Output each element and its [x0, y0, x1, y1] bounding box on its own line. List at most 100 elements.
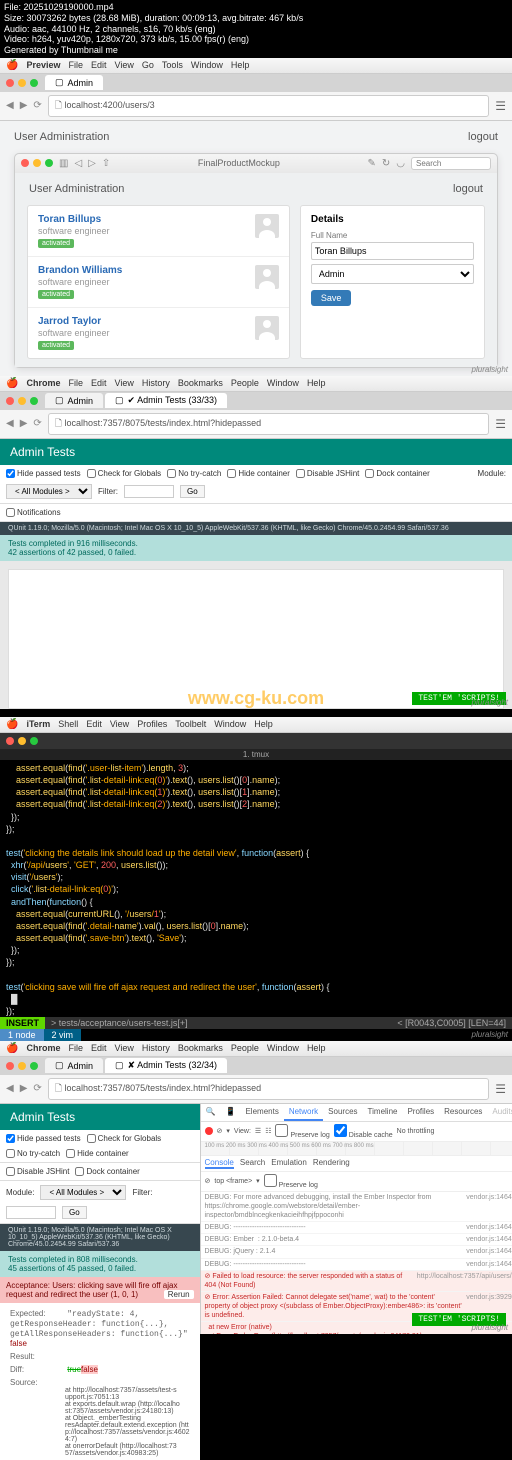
vim-position: < [R0043,C0005] [LEN=44] — [391, 1017, 512, 1029]
clear-console-icon[interactable]: ⊘ — [205, 1177, 211, 1185]
filter-icon[interactable]: ▾ — [226, 1127, 230, 1135]
go-button[interactable]: Go — [62, 1206, 87, 1219]
go-button[interactable]: Go — [180, 485, 205, 498]
failing-test[interactable]: Acceptance: Users: clicking save will fi… — [0, 1277, 200, 1303]
console-line: ⊘ Failed to load resource: the server re… — [201, 1271, 512, 1292]
network-timeline[interactable]: 100 ms 200 ms 300 ms 400 ms 500 ms 600 m… — [201, 1142, 512, 1156]
browser-tab[interactable]: ▢✔ Admin Tests (33/33) — [105, 393, 227, 408]
app-name[interactable]: Chrome — [26, 1043, 60, 1053]
forward-icon[interactable]: ▷ — [88, 158, 96, 169]
inspect-icon[interactable]: 🔍 — [201, 1104, 221, 1121]
edit-icon[interactable]: ✎ — [367, 158, 375, 169]
user-name-link[interactable]: Jarrod Taylor — [38, 316, 255, 327]
device-icon[interactable]: 📱 — [221, 1104, 241, 1121]
share-icon[interactable]: ⇧ — [102, 158, 110, 169]
record-icon[interactable] — [205, 1127, 213, 1135]
url-input[interactable]: 🗋 localhost:4200/users/3 — [48, 95, 489, 117]
markup-icon[interactable]: ◡ — [396, 158, 405, 169]
filter-input[interactable] — [6, 1206, 56, 1219]
fullname-input[interactable] — [311, 242, 474, 260]
page-header: User Administration logout — [4, 125, 508, 149]
tmux-statusbar: 1 node 2 vim — [0, 1029, 512, 1041]
console-line: DEBUG: jQuery : 2.1.4vendor.js:14640 — [201, 1246, 512, 1258]
user-row[interactable]: Brandon Williams software engineer activ… — [28, 257, 289, 308]
hide-passed-checkbox[interactable] — [6, 469, 15, 478]
back-icon[interactable]: ◁ — [74, 158, 82, 169]
app-name[interactable]: Chrome — [26, 378, 60, 388]
save-button[interactable]: Save — [311, 290, 352, 306]
devtools-tabs: 🔍 📱 Elements Network Sources Timeline Pr… — [201, 1104, 512, 1122]
hide-container-checkbox[interactable] — [227, 469, 236, 478]
tmux-window[interactable]: 2 vim — [44, 1029, 82, 1041]
minimize-icon[interactable] — [18, 79, 26, 87]
forward-icon[interactable]: ▶ — [20, 100, 28, 111]
large-rows-icon[interactable]: ☰ — [255, 1127, 261, 1135]
module-select[interactable]: < All Modules > — [40, 1185, 126, 1200]
back-icon[interactable]: ◀ — [6, 1083, 14, 1094]
forward-icon[interactable]: ▶ — [20, 1083, 28, 1094]
clear-icon[interactable]: ⊘ — [217, 1127, 223, 1135]
menu-icon[interactable]: ☰ — [495, 99, 506, 113]
throttle-select[interactable]: No throttling — [397, 1128, 435, 1135]
browser-tab[interactable]: ▢Admin — [45, 1058, 103, 1073]
browser-tab[interactable]: ▢Admin — [45, 393, 103, 408]
disable-jshint-checkbox[interactable] — [296, 469, 305, 478]
back-icon[interactable]: ◀ — [6, 100, 14, 111]
tmux-window[interactable]: 1 node — [0, 1029, 44, 1041]
url-input[interactable]: 🗋 localhost:7357/8075/tests/index.html?h… — [48, 1078, 489, 1100]
video-meta: File: 20251029190000.mp4 Size: 30073262 … — [0, 0, 512, 58]
panel-title: Details — [311, 214, 474, 225]
browser-tab[interactable]: ▢✘ Admin Tests (32/34) — [105, 1058, 227, 1073]
reload-icon[interactable]: ⟳ — [33, 100, 41, 111]
dock-container-checkbox[interactable] — [365, 469, 374, 478]
user-name-link[interactable]: Toran Billups — [38, 214, 255, 225]
browser-tab[interactable]: ▢ Admin — [45, 75, 103, 90]
terminal-content[interactable]: assert.equal(find('.user-list-item').len… — [0, 760, 512, 1017]
console-tab[interactable]: Console — [205, 1158, 234, 1169]
check-globals-checkbox[interactable] — [87, 469, 96, 478]
pluralsight-logo: pluralsight — [472, 1030, 508, 1039]
module-select[interactable]: < All Modules > — [6, 484, 92, 499]
frame-select[interactable]: top <frame> — [214, 1178, 252, 1185]
maximize-icon[interactable] — [30, 79, 38, 87]
reload-icon[interactable]: ⟳ — [33, 418, 41, 429]
rotate-icon[interactable]: ↻ — [382, 158, 390, 169]
user-name-link[interactable]: Brandon Williams — [38, 265, 255, 276]
sidebar-icon[interactable]: ▥ — [59, 158, 68, 169]
forward-icon[interactable]: ▶ — [20, 418, 28, 429]
rerun-button[interactable]: Rerun — [164, 1290, 194, 1299]
logout-link[interactable]: logout — [468, 131, 498, 143]
traffic-lights[interactable] — [0, 75, 44, 91]
avatar-icon — [255, 214, 279, 238]
ember-app-container — [8, 569, 504, 709]
role-select[interactable]: Admin — [311, 264, 474, 284]
network-tab[interactable]: Network — [284, 1104, 323, 1121]
file-icon: ▢ — [55, 77, 64, 88]
app-name[interactable]: iTerm — [26, 719, 50, 729]
terminal-tab[interactable]: 1. tmux — [0, 749, 512, 760]
back-icon[interactable]: ◀ — [6, 418, 14, 429]
logout-link[interactable]: logout — [453, 183, 483, 195]
url-input[interactable]: 🗋 localhost:7357/8075/tests/index.html?h… — [48, 413, 489, 435]
search-input[interactable] — [411, 157, 491, 170]
user-row[interactable]: Toran Billups software engineer activate… — [28, 206, 289, 257]
console-line: DEBUG: For more advanced debugging, inst… — [201, 1192, 512, 1222]
notifications-checkbox[interactable] — [6, 508, 15, 517]
reload-icon[interactable]: ⟳ — [33, 1083, 41, 1094]
app-name[interactable]: Preview — [26, 60, 60, 70]
no-trycatch-checkbox[interactable] — [167, 469, 176, 478]
user-row[interactable]: Jarrod Taylor software engineer activate… — [28, 308, 289, 358]
pluralsight-logo: pluralsight — [472, 698, 508, 707]
menu-icon[interactable]: ☰ — [495, 417, 506, 431]
filter-icon[interactable]: ▾ — [256, 1177, 260, 1185]
menubar-iterm: 🍎 iTerm Shell Edit View Profiles Toolbel… — [0, 717, 512, 733]
status-badge: activated — [38, 239, 74, 248]
devtools-panel: 🔍 📱 Elements Network Sources Timeline Pr… — [201, 1104, 512, 1334]
small-rows-icon[interactable]: ☷ — [265, 1127, 271, 1135]
apple-icon: 🍎 — [6, 378, 18, 389]
close-icon[interactable] — [6, 79, 14, 87]
qunit-header: Admin Tests — [0, 439, 512, 465]
filter-input[interactable] — [124, 485, 174, 498]
user-list: Toran Billups software engineer activate… — [27, 205, 290, 359]
menu-icon[interactable]: ☰ — [495, 1082, 506, 1096]
